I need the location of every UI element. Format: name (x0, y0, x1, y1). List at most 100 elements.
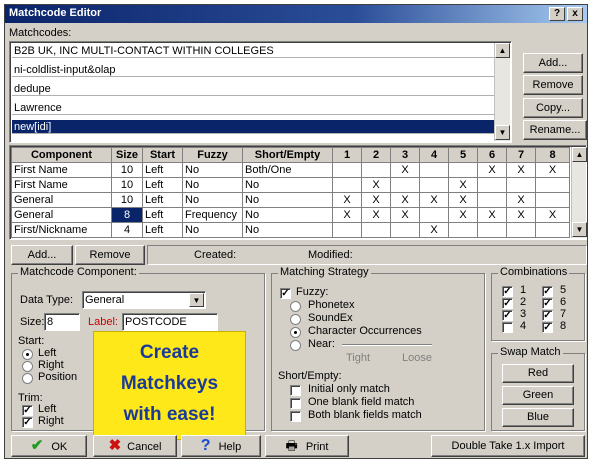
cell-component[interactable]: First Name (11, 177, 112, 193)
remove-matchcode-button[interactable]: Remove (523, 75, 583, 95)
cell-size[interactable]: 10 (111, 192, 143, 208)
fuzzy-checkbox[interactable]: ✓ (280, 288, 291, 299)
start-right-radio[interactable] (22, 361, 33, 372)
cell-start[interactable]: Left (142, 177, 183, 193)
size-input[interactable]: 8 (44, 313, 80, 331)
cell-combination-1[interactable]: X (332, 192, 362, 208)
combination-4-checkbox[interactable] (502, 322, 513, 333)
cell-start[interactable]: Left (142, 222, 183, 238)
cell-start[interactable]: Left (142, 207, 183, 223)
cell-combination-5[interactable]: X (448, 177, 478, 193)
copy-matchcode-button[interactable]: Copy... (523, 98, 583, 118)
cell-start[interactable]: Left (142, 192, 183, 208)
combination-2-checkbox[interactable]: ✓ (502, 298, 513, 309)
phonetex-radio[interactable] (290, 301, 301, 312)
cell-combination-7[interactable]: X (506, 207, 536, 223)
trim-right-checkbox[interactable]: ✓ (22, 417, 33, 428)
cell-combination-1[interactable]: X (332, 207, 362, 223)
cell-fuzzy[interactable]: No (182, 192, 243, 208)
help-title-button[interactable]: ? (549, 7, 565, 21)
scroll-down-icon[interactable]: ▼ (572, 222, 587, 237)
cell-combination-2[interactable] (361, 222, 391, 238)
list-item-selected[interactable]: new[idi] (12, 120, 494, 134)
scroll-up-icon[interactable]: ▲ (495, 43, 510, 58)
data-type-select[interactable]: General ▼ (82, 291, 206, 309)
initial-only-checkbox[interactable] (290, 385, 301, 396)
cell-combination-6[interactable] (477, 177, 507, 193)
cell-combination-4[interactable]: X (419, 192, 449, 208)
grid-header[interactable]: 4 (419, 147, 449, 163)
cell-component[interactable]: First/Nickname (11, 222, 112, 238)
rename-matchcode-button[interactable]: Rename... (523, 120, 587, 140)
cell-combination-6[interactable]: X (477, 207, 507, 223)
cell-combination-3[interactable] (390, 177, 420, 193)
cell-combination-5[interactable]: X (448, 192, 478, 208)
cell-fuzzy[interactable]: No (182, 222, 243, 238)
cell-combination-7[interactable]: X (506, 192, 536, 208)
swap-green-button[interactable]: Green (502, 386, 574, 405)
cell-combination-3[interactable] (390, 222, 420, 238)
grid-header[interactable]: 7 (506, 147, 536, 163)
grid-header[interactable]: Start (142, 147, 183, 163)
list-item[interactable]: Lawrence (12, 101, 494, 115)
start-left-radio[interactable] (22, 349, 33, 360)
cell-size[interactable]: 10 (111, 162, 143, 178)
cell-short-empty[interactable]: No (242, 207, 333, 223)
grid-header[interactable]: 3 (390, 147, 420, 163)
cell-short-empty[interactable]: No (242, 192, 333, 208)
grid-header[interactable]: Fuzzy (182, 147, 243, 163)
add-component-button[interactable]: Add... (11, 245, 73, 265)
grid-header[interactable]: 2 (361, 147, 391, 163)
one-blank-checkbox[interactable] (290, 398, 301, 409)
double-take-import-button[interactable]: Double Take 1.x Import (431, 435, 585, 457)
soundex-radio[interactable] (290, 314, 301, 325)
grid-header[interactable]: 6 (477, 147, 507, 163)
cell-component[interactable]: General (11, 207, 112, 223)
cell-combination-2[interactable]: X (361, 177, 391, 193)
trim-left-checkbox[interactable]: ✓ (22, 405, 33, 416)
component-grid[interactable]: Component Size Start Fuzzy Short/Empty 1… (11, 147, 570, 238)
both-blank-checkbox[interactable] (290, 411, 301, 422)
cell-fuzzy[interactable]: Frequency (182, 207, 243, 223)
cell-combination-6[interactable] (477, 192, 507, 208)
cancel-button[interactable]: ✖ Cancel (93, 435, 177, 457)
cell-component[interactable]: General (11, 192, 112, 208)
cell-combination-3[interactable]: X (390, 207, 420, 223)
cell-combination-5[interactable]: X (448, 207, 478, 223)
scroll-up-icon[interactable]: ▲ (572, 147, 587, 162)
cell-combination-1[interactable] (332, 222, 362, 238)
print-button[interactable]: 🖶 Print (265, 435, 349, 457)
cell-combination-7[interactable] (506, 177, 536, 193)
cell-combination-4[interactable] (419, 207, 449, 223)
combination-3-checkbox[interactable]: ✓ (502, 310, 513, 321)
cell-combination-8[interactable] (535, 177, 570, 193)
grid-header[interactable]: 5 (448, 147, 478, 163)
matchcodes-list[interactable]: B2B UK, INC MULTI-CONTACT WITHIN COLLEGE… (9, 41, 512, 143)
grid-header[interactable]: 8 (535, 147, 570, 163)
combination-8-checkbox[interactable]: ✓ (542, 322, 553, 333)
cell-combination-1[interactable] (332, 162, 362, 178)
char-occurrences-radio[interactable] (290, 327, 301, 338)
near-radio[interactable] (290, 340, 301, 351)
cell-combination-1[interactable] (332, 177, 362, 193)
cell-combination-2[interactable]: X (361, 192, 391, 208)
cell-combination-6[interactable]: X (477, 162, 507, 178)
list-scrollbar[interactable]: ▲ ▼ (494, 43, 510, 141)
cell-combination-8[interactable] (535, 222, 570, 238)
cell-combination-4[interactable] (419, 177, 449, 193)
grid-header[interactable]: 1 (332, 147, 362, 163)
cell-size[interactable]: 4 (111, 222, 143, 238)
cell-combination-7[interactable]: X (506, 162, 536, 178)
cell-combination-4[interactable]: X (419, 222, 449, 238)
scroll-down-icon[interactable]: ▼ (495, 125, 510, 140)
cell-size[interactable]: 10 (111, 177, 143, 193)
list-item[interactable]: B2B UK, INC MULTI-CONTACT WITHIN COLLEGE… (12, 44, 494, 58)
add-matchcode-button[interactable]: Add... (523, 53, 583, 73)
grid-header[interactable]: Short/Empty (242, 147, 333, 163)
cell-combination-8[interactable] (535, 192, 570, 208)
help-button[interactable]: ? Help (181, 435, 261, 457)
grid-scrollbar[interactable]: ▲ ▼ (571, 147, 587, 238)
cell-combination-3[interactable]: X (390, 192, 420, 208)
cell-size[interactable]: 8 (111, 207, 143, 223)
cell-combination-3[interactable]: X (390, 162, 420, 178)
